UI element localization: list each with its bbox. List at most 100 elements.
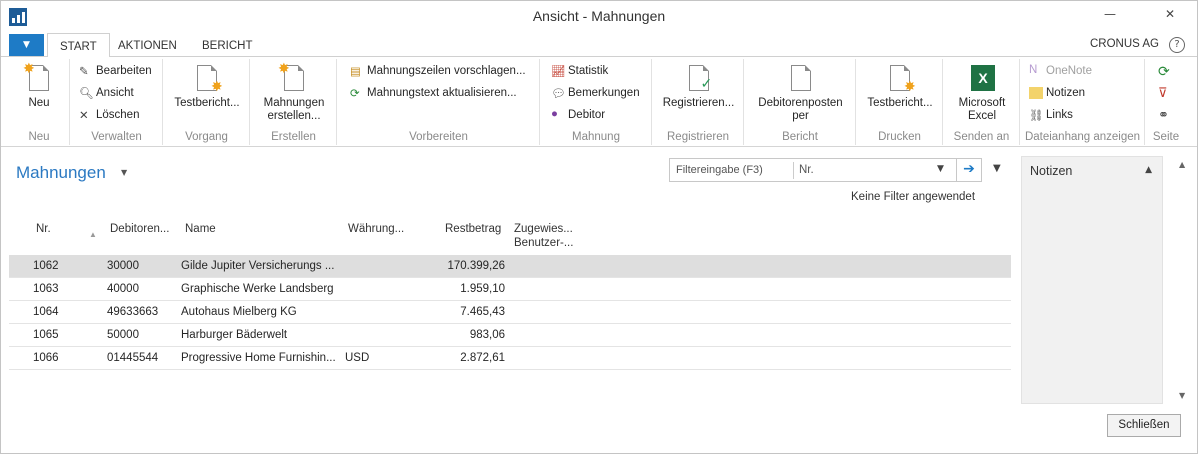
customer-button[interactable]: ● Debitor	[551, 105, 605, 125]
excel-label-1: Microsoft	[958, 97, 1006, 109]
group-vorgang: ✸ Testbericht... Vorgang	[164, 59, 250, 145]
filter-input[interactable]: Filtereingabe (F3)	[676, 164, 763, 176]
view-label: Ansicht	[96, 87, 134, 99]
table-row[interactable]: 1064 49633663 Autohaus Mielberg KG 7.465…	[9, 301, 1011, 324]
group-label-dateianhang: Dateianhang anzeigen	[1024, 131, 1141, 143]
excel-button[interactable]: X Microsoft Excel	[948, 63, 1016, 123]
pencil-icon: ✎	[79, 66, 89, 78]
scroll-down-icon[interactable]: ▼	[1179, 391, 1185, 400]
tab-start[interactable]: START	[47, 33, 110, 58]
chevron-down-icon[interactable]: ▼	[121, 168, 127, 177]
cell-debitor: 50000	[107, 329, 139, 341]
delete-x-icon: ✕	[79, 110, 89, 122]
report-icon	[787, 63, 815, 93]
cell-restbetrag: 1.959,10	[460, 283, 505, 295]
refresh-icon[interactable]: ⟳	[1158, 61, 1170, 81]
col-name[interactable]: Name	[185, 222, 216, 236]
close-window-icon[interactable]: ✕	[1155, 1, 1185, 27]
test-report-button[interactable]: ✸ Testbericht...	[168, 63, 246, 110]
group-label-erstellen: Erstellen	[271, 131, 316, 143]
col-restbetrag[interactable]: Restbetrag	[445, 222, 501, 236]
group-drucken: ✸ Testbericht... Drucken	[857, 59, 943, 145]
cell-debitor: 49633663	[107, 306, 159, 318]
onenote-button[interactable]: N OneNote	[1029, 61, 1092, 81]
table-row[interactable]: 1062 30000 Gilde Jupiter Versicherungs .…	[9, 255, 1011, 278]
cell-nr: 1062	[33, 260, 59, 272]
cell-name: Autohaus Mielberg KG	[181, 306, 297, 318]
table-row[interactable]: 1063 40000 Graphische Werke Landsberg 1.…	[9, 278, 1011, 301]
page-title[interactable]: Mahnungen	[16, 163, 106, 183]
find-icon[interactable]: ⚭	[1158, 105, 1169, 125]
cell-nr: 1064	[33, 306, 59, 318]
col-zugewiesen-line1: Zugewies...	[514, 223, 573, 235]
window-title: Ansicht - Mahnungen	[532, 8, 666, 24]
notes-title: Notizen	[1030, 164, 1073, 178]
col-nr[interactable]: Nr.	[36, 222, 51, 236]
filter-divider	[793, 162, 794, 179]
tab-aktionen[interactable]: AKTIONEN	[106, 33, 189, 57]
suggest-lines-button[interactable]: ▤ Mahnungszeilen vorschlagen...	[350, 61, 526, 81]
cell-name: Progressive Home Furnishin...	[181, 352, 336, 364]
delete-button[interactable]: ✕ Löschen	[79, 105, 139, 125]
notes-label: Notizen	[1046, 87, 1085, 99]
customer-entries-label-1: Debitorenposten	[758, 97, 843, 109]
table-row[interactable]: 1066 01445544 Progressive Home Furnishin…	[9, 347, 1011, 370]
cell-name: Harburger Bäderwelt	[181, 329, 288, 341]
collapse-up-icon[interactable]: ▲	[1145, 165, 1152, 175]
print-test-report-button[interactable]: ✸ Testbericht...	[861, 63, 939, 110]
edit-label: Bearbeiten	[96, 65, 152, 77]
col-debitor[interactable]: Debitoren...	[110, 222, 169, 236]
close-button[interactable]: Schließen	[1107, 414, 1181, 437]
company-name[interactable]: CRONUS AG	[1090, 38, 1159, 50]
comments-button[interactable]: 💬︎ Bemerkungen	[551, 83, 640, 103]
group-label-registrieren: Registrieren	[667, 131, 729, 143]
arrow-right-icon[interactable]: ➔	[956, 159, 981, 181]
dropdown-arrow-icon[interactable]: ▼	[937, 164, 944, 174]
bell-document-icon: ✸	[278, 61, 308, 93]
cell-name: Gilde Jupiter Versicherungs ...	[181, 260, 335, 272]
new-button[interactable]: ✸ Neu	[15, 61, 63, 110]
group-label-vorgang: Vorgang	[185, 131, 228, 143]
tab-bericht[interactable]: BERICHT	[190, 33, 264, 57]
statistics-button[interactable]: 📈︎ Statistik	[551, 61, 608, 81]
links-button[interactable]: ⛓ Links	[1029, 105, 1073, 125]
filter-status: Keine Filter angewendet	[851, 191, 976, 203]
minimize-icon[interactable]: —	[1095, 1, 1125, 27]
filter-field-select[interactable]: Nr.	[799, 164, 814, 176]
title-bar: Ansicht - Mahnungen — ✕	[1, 1, 1197, 33]
group-label-bericht: Bericht	[782, 131, 818, 143]
customer-entries-report-button[interactable]: Debitorenposten per	[749, 63, 852, 123]
expand-chevron-icon[interactable]: ▼	[993, 163, 1001, 174]
clear-filter-icon[interactable]: ⊽	[1158, 83, 1168, 103]
notes-button[interactable]: Notizen	[1029, 83, 1085, 103]
magnifier-icon: 🔍︎	[79, 88, 94, 100]
edit-button[interactable]: ✎ Bearbeiten	[79, 61, 152, 81]
table-row[interactable]: 1065 50000 Harburger Bäderwelt 983,06	[9, 324, 1011, 347]
group-label-drucken: Drucken	[878, 131, 921, 143]
ribbon: ✸ Neu Neu ✎ Bearbeiten 🔍︎ Ansicht ✕ Löschen…	[1, 57, 1197, 147]
links-label: Links	[1046, 109, 1073, 121]
help-icon[interactable]: ?	[1169, 37, 1185, 53]
table-body: 1062 30000 Gilde Jupiter Versicherungs .…	[9, 255, 1011, 370]
group-verwalten: ✎ Bearbeiten 🔍︎ Ansicht ✕ Löschen Verwalten	[71, 59, 163, 145]
col-zugewiesen-line2: Benutzer-...	[514, 237, 574, 249]
cell-debitor: 30000	[107, 260, 139, 272]
col-zugewiesen[interactable]: Zugewies... Benutzer-...	[514, 222, 573, 250]
chart-icon: 📈︎	[551, 66, 566, 78]
col-waehrung[interactable]: Währung...	[348, 222, 404, 236]
file-menu-button[interactable]: ▼	[9, 34, 44, 56]
group-label-mahnung: Mahnung	[572, 131, 620, 143]
test-report-label: Testbericht...	[174, 97, 240, 109]
onenote-label: OneNote	[1046, 65, 1093, 77]
create-reminders-button[interactable]: ✸ Mahnungen erstellen...	[255, 61, 333, 123]
cell-restbetrag: 983,06	[469, 329, 505, 341]
update-text-label: Mahnungstext aktualisieren...	[367, 87, 517, 99]
cell-nr: 1063	[33, 283, 59, 295]
view-button[interactable]: 🔍︎ Ansicht	[79, 83, 134, 103]
group-label-verwalten: Verwalten	[91, 131, 142, 143]
vertical-scrollbar[interactable]: ▲ ▼	[1176, 156, 1190, 404]
suggest-lines-label: Mahnungszeilen vorschlagen...	[367, 65, 526, 77]
scroll-up-icon[interactable]: ▲	[1179, 160, 1185, 169]
update-text-button[interactable]: ⟳ Mahnungstext aktualisieren...	[350, 83, 517, 103]
post-button[interactable]: ✓ Registrieren...	[657, 63, 740, 110]
